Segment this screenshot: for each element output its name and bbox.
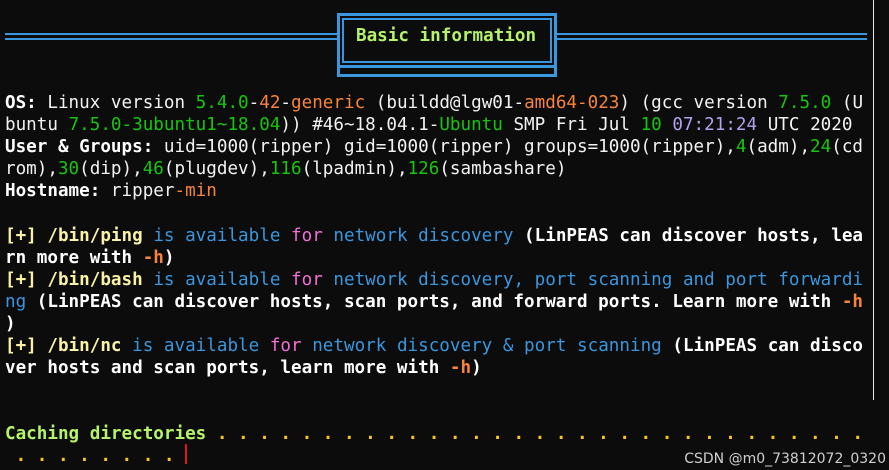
os-line-2: buntu 7.5.0-3ubuntu1~18.04)) #46~18.04.1… <box>5 114 852 136</box>
progress-dots: . . . . . . . . <box>5 446 175 466</box>
tool-for: for <box>269 336 302 356</box>
caching-line-2: . . . . . . . . <box>5 445 175 467</box>
hostname-label: Hostname: <box>5 181 101 201</box>
tool-path: /bin/ping <box>47 226 143 246</box>
tool-nc-line-2: ver hosts and scan ports, learn more wit… <box>5 357 482 379</box>
tool-note: ) <box>471 358 482 378</box>
gcc-version: 7.5.0 <box>778 93 832 113</box>
groups-text: (lpadmin), <box>301 159 408 179</box>
groups-text: (plugdev), <box>163 159 270 179</box>
header-rule-left <box>5 33 337 40</box>
header-rule-right <box>555 33 867 40</box>
caching-label: Caching directories <box>5 424 207 444</box>
hostname-value: ripper <box>100 181 175 201</box>
groups-text: rom), <box>5 159 58 179</box>
tool-note: ) <box>5 314 16 334</box>
tool-purpose: ng <box>5 292 27 312</box>
header-box-bottom <box>337 68 557 77</box>
os-text: SMP Fri Jul <box>502 115 641 135</box>
groups-text: (adm), <box>746 137 811 157</box>
cut-off-top-line: ━━━━━━━━━━━━━━━━━━━━━ <box>5 0 354 8</box>
tool-availability: is available <box>153 226 281 246</box>
group-id: 116 <box>269 159 302 179</box>
hostname-suffix: -min <box>174 181 217 201</box>
tool-ping-line-1: [+] /bin/ping is available for network d… <box>5 225 863 247</box>
kernel-abi: 42 <box>259 93 281 113</box>
build-host: amd64-023 <box>524 93 620 113</box>
distro-name: Ubuntu <box>439 115 503 135</box>
tool-prefix: [+] <box>5 336 37 356</box>
watermark: CSDN @m0_73812072_0320 <box>684 451 886 467</box>
tool-bash-line-1: [+] /bin/bash is available for network d… <box>5 269 863 291</box>
os-dash: - <box>280 93 292 113</box>
os-text <box>662 115 673 135</box>
os-text: Linux version <box>36 93 196 113</box>
tool-purpose: network discovery, port scanning and por… <box>333 270 864 290</box>
tool-availability: is available <box>132 336 260 356</box>
build-day: 10 <box>640 115 662 135</box>
gcc-version: 7.5.0 <box>68 115 122 135</box>
progress-dots: . . . . . . . . . . . . . . . . . . . . … <box>206 424 889 444</box>
os-text: buntu <box>5 115 69 135</box>
group-id: 30 <box>57 159 80 179</box>
tool-nc-line-1: [+] /bin/nc is available for network dis… <box>5 335 863 357</box>
text-cursor <box>185 444 187 464</box>
tool-note: (LinPEAS can discover hosts, scan ports,… <box>26 292 842 312</box>
tool-for: for <box>291 270 323 290</box>
tool-note: ) <box>163 248 175 268</box>
tool-note: (LinPEAS can disco <box>661 336 864 356</box>
help-flag: -h <box>449 358 472 378</box>
groups-line-1: User & Groups: uid=1000(ripper) gid=1000… <box>5 136 863 158</box>
tool-path: /bin/nc <box>47 336 122 356</box>
os-text: UTC 2020 <box>757 115 853 135</box>
groups-text: (cd <box>831 137 864 157</box>
tool-bash-line-2: ng (LinPEAS can discover hosts, scan por… <box>5 291 863 313</box>
groups-text: (sambashare) <box>439 159 567 179</box>
terminal-scrollbar[interactable] <box>871 0 889 470</box>
groups-label: User & Groups: <box>5 137 154 157</box>
os-text: (buildd@lgw01- <box>365 93 525 113</box>
tool-prefix: [+] <box>5 270 37 290</box>
tool-bash-line-3: ) <box>5 313 16 335</box>
groups-text: (dip), <box>79 159 143 179</box>
groups-text: uid=1000(ripper) gid=1000(ripper) groups… <box>153 137 736 157</box>
os-line-1: OS: Linux version 5.4.0-42-generic (buil… <box>5 92 863 114</box>
group-id: 4 <box>735 137 747 157</box>
tool-prefix: [+] <box>5 226 37 246</box>
tool-for: for <box>291 226 323 246</box>
gcc-build: -3ubuntu1~18.04 <box>121 115 281 135</box>
help-flag: -h <box>841 292 863 312</box>
group-id: 46 <box>142 159 164 179</box>
kernel-version: 5.4.0 <box>195 93 249 113</box>
tool-availability: is available <box>153 270 281 290</box>
os-text: (U <box>831 93 864 113</box>
hostname-line: Hostname: ripper-min <box>5 180 217 202</box>
caching-line-1: Caching directories . . . . . . . . . . … <box>5 423 889 445</box>
group-id: 24 <box>810 137 832 157</box>
tool-note: (LinPEAS can discover hosts, lea <box>513 226 864 246</box>
tool-path: /bin/bash <box>47 270 143 290</box>
scrollbar-track-line <box>873 0 874 400</box>
os-dash: - <box>248 93 260 113</box>
kernel-flavor: generic <box>291 93 366 113</box>
tool-note: rn more with <box>5 248 143 268</box>
build-time: 07:21:24 <box>672 115 758 135</box>
tool-purpose: network discovery <box>333 226 514 246</box>
os-text: ) (gcc version <box>619 93 779 113</box>
help-flag: -h <box>142 248 164 268</box>
os-label: OS: <box>5 93 37 113</box>
tool-note: ver hosts and scan ports, learn more wit… <box>5 358 450 378</box>
groups-line-2: rom),30(dip),46(plugdev),116(lpadmin),12… <box>5 158 566 180</box>
tool-purpose: network discovery & port scanning <box>312 336 662 356</box>
section-title: Basic information <box>356 26 537 46</box>
tool-ping-line-2: rn more with -h) <box>5 247 174 269</box>
os-text: )) #46~18.04.1- <box>280 115 440 135</box>
group-id: 126 <box>407 159 440 179</box>
